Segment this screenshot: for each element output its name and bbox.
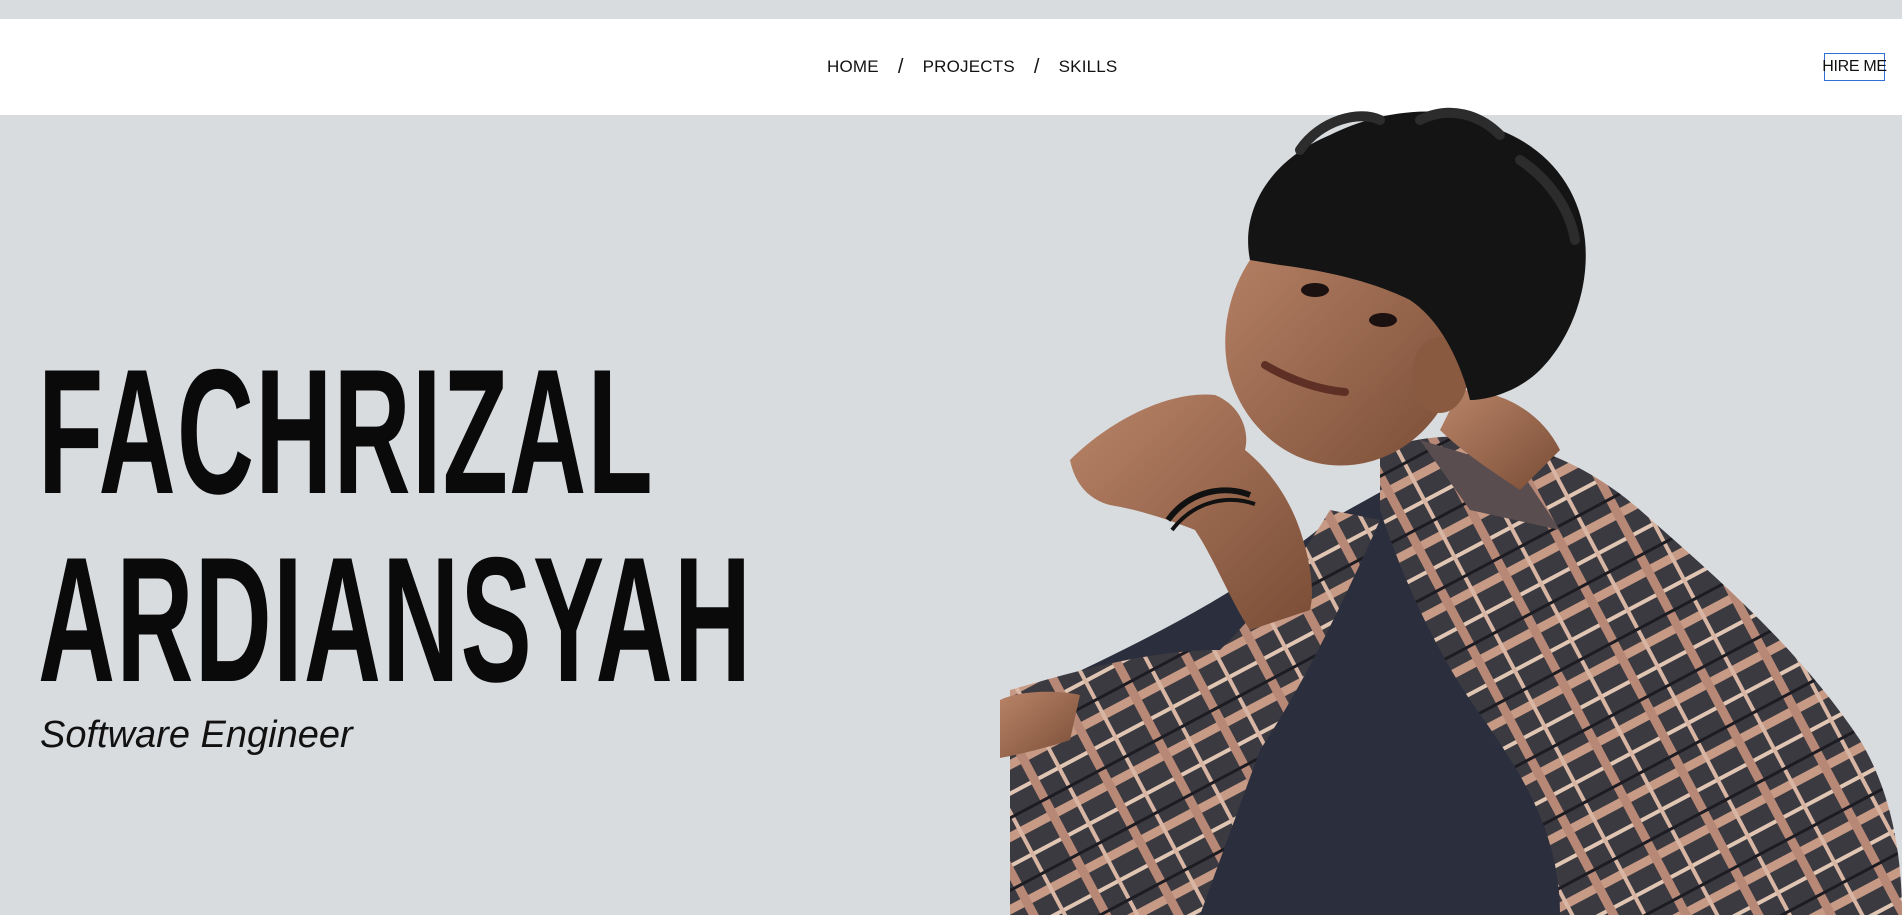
nav-separator: /	[1033, 55, 1040, 78]
hero-last-name: ARDIANSYAH	[38, 520, 753, 719]
nav-separator: /	[897, 55, 904, 78]
hero-first-name: FACHRIZAL	[38, 332, 654, 531]
profile-portrait-image	[1000, 107, 1902, 915]
top-strip	[0, 0, 1902, 19]
hire-me-button[interactable]: HIRE ME	[1822, 53, 1887, 81]
nav-skills-link[interactable]: SKILLS	[1059, 57, 1118, 77]
nav-home-link[interactable]: HOME	[827, 57, 879, 77]
hero-job-title: Software Engineer	[40, 714, 353, 756]
nav-projects-link[interactable]: PROJECTS	[923, 57, 1015, 77]
